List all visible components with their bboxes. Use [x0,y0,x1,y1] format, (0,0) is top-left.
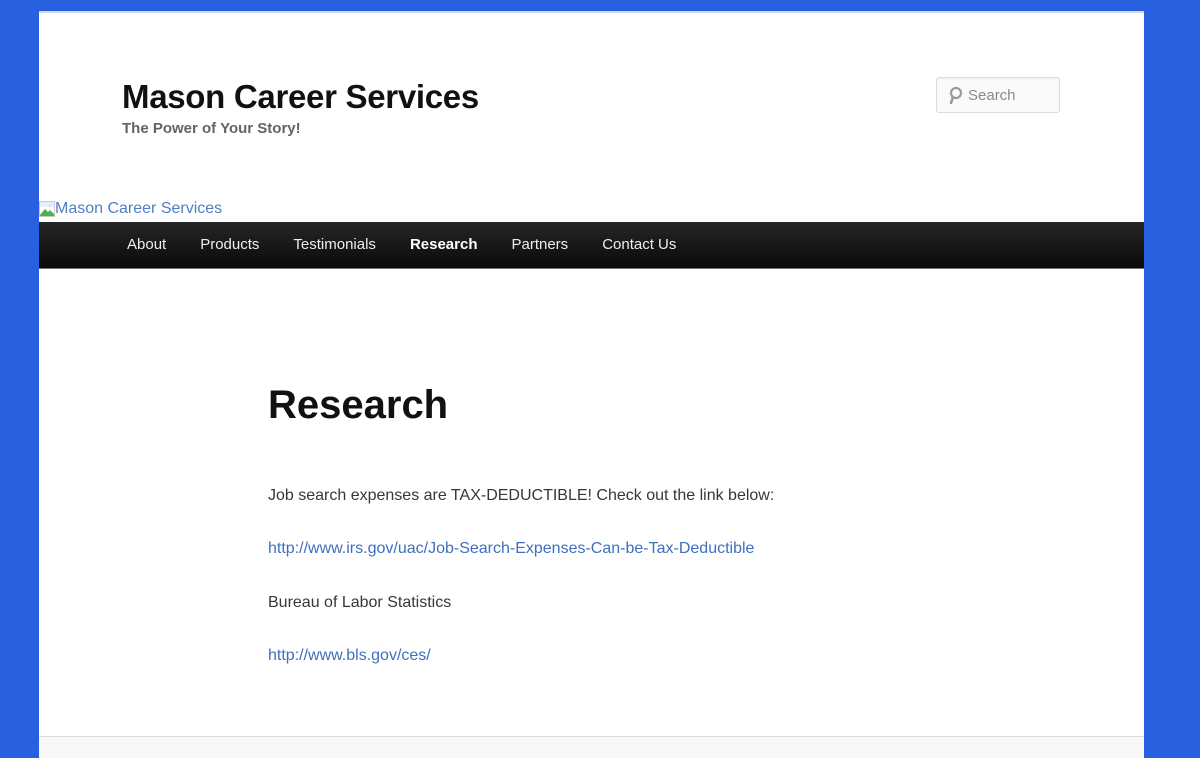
bls-link[interactable]: http://www.bls.gov/ces/ [268,647,431,664]
search-icon [949,86,963,104]
nav-item-research: Research [393,222,495,268]
page-container: Mason Career Services The Power of Your … [39,11,1144,758]
bls-link-paragraph: http://www.bls.gov/ces/ [268,645,431,667]
search-input[interactable] [968,86,1054,104]
irs-link[interactable]: http://www.irs.gov/uac/Job-Search-Expens… [268,540,754,557]
broken-image-icon [39,201,55,217]
main-navigation: About Products Testimonials Research Partner… [39,222,1144,269]
nav-link-contact-us[interactable]: Contact Us [585,222,693,268]
search-form [936,77,1060,113]
nav-link-about[interactable]: About [110,222,183,268]
nav-menu: About Products Testimonials Research Partner… [39,222,1144,268]
bls-label-paragraph: Bureau of Labor Statistics [268,594,452,611]
nav-item-contact-us: Contact Us [585,222,693,268]
nav-item-products: Products [183,222,276,268]
irs-link-paragraph: http://www.irs.gov/uac/Job-Search-Expens… [268,538,754,560]
nav-link-research[interactable]: Research [393,222,495,268]
nav-item-testimonials: Testimonials [276,222,393,268]
nav-item-partners: Partners [494,222,585,268]
site-title[interactable]: Mason Career Services [122,77,479,117]
header-image-link[interactable]: Mason Career Services [39,199,222,219]
page-title: Research [268,383,449,427]
tax-deductible-paragraph: Job search expenses are TAX-DEDUCTIBLE! … [268,487,775,504]
site-tagline: The Power of Your Story! [122,120,301,137]
nav-link-products[interactable]: Products [183,222,276,268]
nav-item-about: About [110,222,183,268]
nav-link-partners[interactable]: Partners [494,222,585,268]
nav-link-testimonials[interactable]: Testimonials [276,222,393,268]
header-image-alt-text: Mason Career Services [55,200,223,217]
